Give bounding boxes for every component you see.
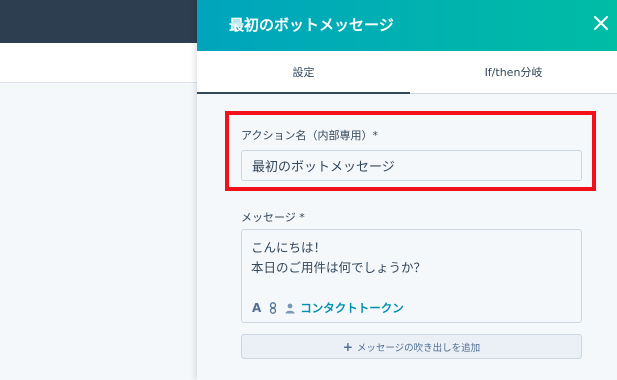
panel-content: アクション名（内部専用）* メッセージ * こんにちは！ 本日のご用件は何でしょ… bbox=[197, 94, 617, 380]
add-message-bubble-button[interactable]: + メッセージの吹き出しを追加 bbox=[241, 334, 582, 359]
panel-header: 最初のボットメッセージ bbox=[197, 0, 617, 51]
background-top-nav bbox=[0, 0, 197, 43]
close-icon[interactable] bbox=[591, 13, 611, 33]
app-screen: 最初のボットメッセージ 設定 If/then分岐 アクション名（内部専用）* メ… bbox=[0, 0, 617, 380]
action-name-label: アクション名（内部専用）* bbox=[241, 129, 378, 142]
panel-tabs: 設定 If/then分岐 bbox=[197, 51, 617, 95]
bot-action-side-panel: 最初のボットメッセージ 設定 If/then分岐 アクション名（内部専用）* メ… bbox=[197, 0, 617, 380]
tab-settings[interactable]: 設定 bbox=[197, 51, 410, 95]
text-format-icon[interactable]: A bbox=[252, 300, 261, 316]
message-label: メッセージ * bbox=[241, 211, 305, 224]
contact-token-link[interactable]: コンタクトトークン bbox=[300, 300, 404, 316]
message-editor[interactable]: こんにちは！ 本日のご用件は何でしょうか？ A コンタクトトークン bbox=[241, 229, 582, 323]
background-sub-header bbox=[0, 43, 197, 83]
background-content-area bbox=[0, 83, 197, 380]
message-text[interactable]: こんにちは！ 本日のご用件は何でしょうか？ bbox=[251, 238, 571, 278]
tab-if-then-branches[interactable]: If/then分岐 bbox=[410, 51, 617, 93]
action-name-input[interactable] bbox=[241, 150, 582, 181]
plus-icon: + bbox=[342, 339, 353, 354]
link-icon[interactable] bbox=[269, 300, 277, 316]
panel-title: 最初のボットメッセージ bbox=[229, 16, 394, 34]
add-bubble-label: メッセージの吹き出しを追加 bbox=[356, 342, 481, 354]
contact-icon[interactable] bbox=[285, 300, 295, 316]
tab-settings-label: 設定 bbox=[292, 66, 315, 79]
tab-if-then-label: If/then分岐 bbox=[484, 66, 543, 79]
message-toolbar: A コンタクトトークン bbox=[252, 300, 404, 316]
